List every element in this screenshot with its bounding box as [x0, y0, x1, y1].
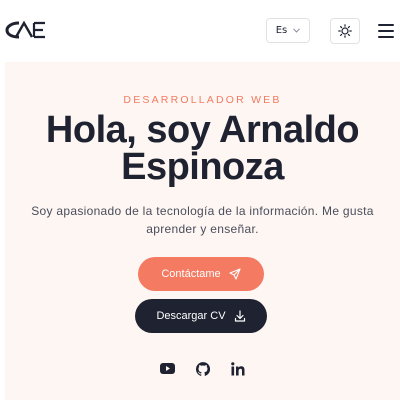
hamburger-menu-icon[interactable]	[378, 24, 396, 38]
contact-button[interactable]: Contáctame	[138, 257, 264, 291]
social-links	[5, 361, 400, 376]
download-cv-label: Descargar CV	[156, 310, 226, 322]
youtube-icon	[160, 363, 175, 374]
menu-bar	[378, 36, 394, 38]
logo-mark-icon	[5, 20, 45, 39]
hero-eyebrow: DESARROLLADOR WEB	[123, 94, 282, 106]
linkedin-icon	[230, 361, 244, 375]
menu-bar	[378, 30, 394, 32]
download-cv-button[interactable]: Descargar CV	[135, 299, 267, 333]
linkedin-link[interactable]	[230, 361, 245, 376]
contact-button-label: Contáctame	[161, 268, 221, 280]
menu-bar	[378, 24, 394, 26]
sun-icon	[338, 24, 352, 38]
portfolio-page: Es DESARROLLADOR WEB Hola, soy Arnaldo E…	[0, 0, 400, 400]
language-select[interactable]: Es	[266, 18, 310, 43]
theme-toggle-button[interactable]	[330, 18, 360, 44]
site-header: Es	[0, 0, 400, 62]
youtube-link[interactable]	[160, 361, 175, 376]
send-icon	[229, 268, 241, 280]
hero-title-line-2: Espinoza	[121, 146, 284, 188]
download-icon	[234, 310, 245, 322]
site-logo[interactable]	[5, 19, 49, 41]
language-select-value: Es	[275, 25, 288, 36]
chevron-down-icon	[293, 28, 301, 33]
github-icon	[195, 361, 210, 376]
hero-title-line-1: Hola, soy Arnaldo	[45, 109, 360, 151]
github-link[interactable]	[195, 361, 210, 376]
hero-title: Hola, soy Arnaldo Espinoza	[5, 109, 400, 188]
hero-subtitle: Soy apasionado de la tecnología de la in…	[31, 204, 374, 236]
hero-section: DESARROLLADOR WEB Hola, soy Arnaldo Espi…	[5, 62, 400, 400]
